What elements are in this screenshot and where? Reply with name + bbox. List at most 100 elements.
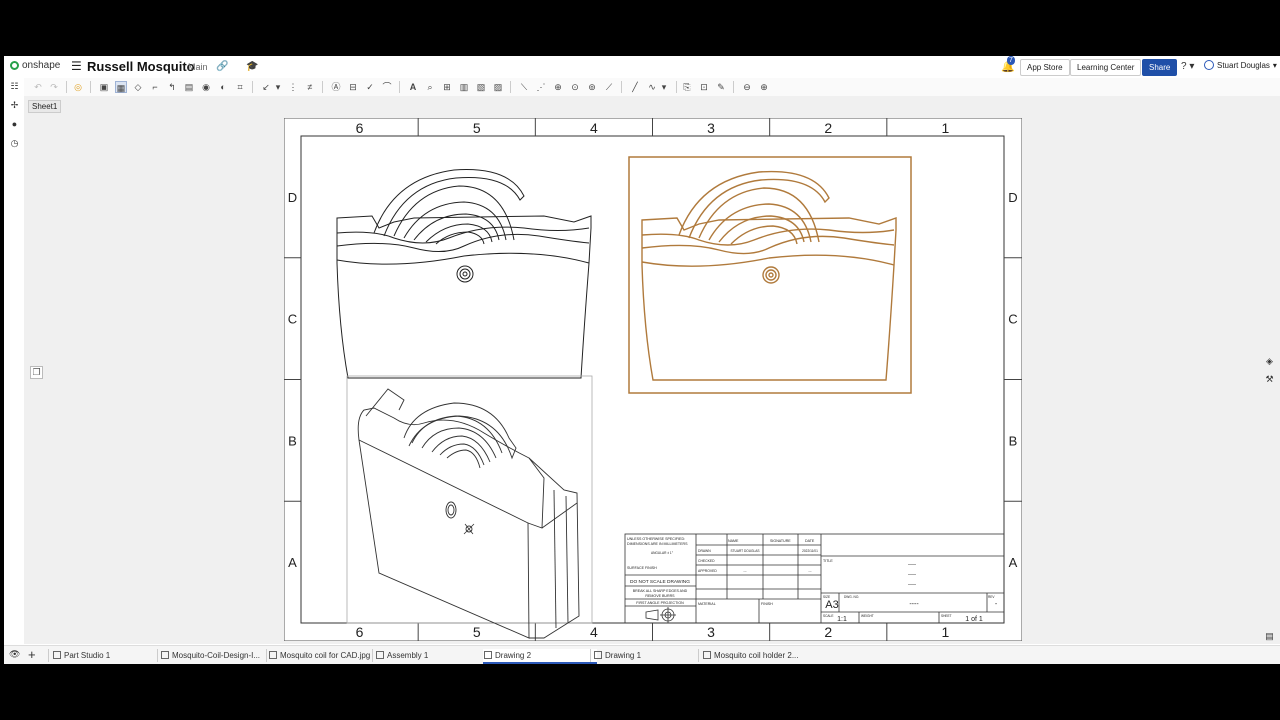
graduation-cap-icon[interactable]: 🎓 [246,61,258,72]
detail-view-icon[interactable]: ▤ [183,81,195,93]
tb-approved-name: --- [743,569,746,573]
tab-drawing-2[interactable]: Drawing 2 [483,649,597,664]
insert-view-icon[interactable]: ▣ [98,81,110,93]
visibility-icon[interactable]: 👁 [9,649,20,660]
appearance-icon[interactable]: ◈ [1264,356,1275,367]
tb-col-name: NAME [728,539,739,543]
zone-column-label-top: 5 [473,120,481,136]
wrench-icon[interactable]: ⚒ [1264,374,1275,385]
zone-row-label-right: C [1008,312,1017,327]
user-menu[interactable]: Stuart Douglas ▾ [1204,60,1277,70]
tab-mosquito-coil-jpg[interactable]: Mosquito coil for CAD.jpg [268,649,380,662]
dimension-icon[interactable]: ↙ [260,81,272,93]
bom-table-icon[interactable]: ▥ [458,81,470,93]
line-icon[interactable]: ╱ [629,81,641,93]
branch-name[interactable]: Main [188,62,208,72]
insert-image-icon[interactable]: ⊡ [698,81,710,93]
onshape-logo[interactable]: onshape [10,60,60,71]
undo-icon[interactable]: ↶ [32,81,44,93]
surface-finish-icon[interactable]: ✓ [364,81,376,93]
format-painter-icon[interactable]: ✎ [715,81,727,93]
ordinate-dimension-icon[interactable]: ≠ [304,81,316,93]
link-icon[interactable]: 🔗 [216,61,228,72]
feature-control-frame-icon[interactable]: ⊟ [347,81,359,93]
zone-column-label-bottom: 6 [356,624,364,640]
tab-divider [48,649,49,662]
help-icon[interactable]: ? ▾ [1181,61,1194,72]
add-tab-button[interactable]: + [28,647,36,662]
comment-icon[interactable]: ● [9,119,20,130]
user-icon [1204,60,1214,70]
sheet-tab[interactable]: Sheet1 [28,100,62,113]
centermark-icon[interactable]: ⊕ [552,81,564,93]
tab-mosquito-coil-holder-2[interactable]: Mosquito coil holder 2... [702,649,814,662]
share-button[interactable]: Share [1142,59,1178,76]
zone-row-label-right: B [1009,433,1018,448]
circle-centermark-icon[interactable]: ⊙ [569,81,581,93]
tb-break-edges: REMOVE BURRS [645,594,675,598]
point-centermark-icon[interactable]: ⊚ [586,81,598,93]
history-icon[interactable]: ◷ [9,138,20,149]
bottom-tab-bar: 👁 + Part Studio 1 Mosquito-Coil-Design-I… [4,645,1280,664]
drawing-sheet[interactable]: 665544332211D DC CB BA A UNLESS OTHERWIS… [284,118,1022,641]
aligned-section-icon[interactable]: ↰ [166,81,178,93]
zoom-icon[interactable]: ⊕ [758,81,770,93]
tab-mosquito-coil-design[interactable]: Mosquito-Coil-Design-I... [160,649,272,662]
zoom-to-fit-icon[interactable]: ⊖ [741,81,753,93]
redo-icon[interactable]: ↷ [48,81,60,93]
menu-icon[interactable]: ☰ [71,59,82,73]
leader-icon[interactable]: ⟋ [603,81,615,93]
document-title[interactable]: Russell Mosquito [87,59,195,74]
callout-icon[interactable]: ⌕ [424,81,436,93]
crop-icon[interactable]: ⌗ [234,81,246,93]
tb-row-approved: APPROVED [698,569,717,573]
text-icon[interactable]: A [407,81,419,93]
crop-view-icon[interactable]: ◉ [200,81,212,93]
section-view-icon[interactable]: ⌐ [149,81,161,93]
help-glyph: ? [1181,61,1187,72]
centerline-icon[interactable]: ⟍ [518,81,530,93]
tb-do-not-scale: DO NOT SCALE DRAWING [630,579,690,585]
tb-finish: FINISH [761,602,773,606]
weld-symbol-icon[interactable]: ⌒ [381,81,393,93]
zone-row-label-left: D [288,190,297,205]
add-feature-icon[interactable]: ✢ [9,100,20,111]
tb-break-edges: BREAK ALL SHARP EDGES AND [633,589,688,593]
toolbar-separator [510,81,511,93]
learning-center-button[interactable]: Learning Center [1070,59,1142,76]
toolbar-separator [66,81,67,93]
table-icon[interactable]: ⊞ [441,81,453,93]
tb-size: A3 [825,599,838,611]
toolbar-separator [322,81,323,93]
auxiliary-view-icon[interactable]: ◇ [132,81,144,93]
spline-icon[interactable]: ∿ [646,81,658,93]
zone-column-label-top: 4 [590,120,598,136]
insert-dxf-icon[interactable]: ⎘ [681,81,693,93]
datum-icon[interactable]: Ⓐ [330,81,342,93]
top-bar: onshape ☰ Russell Mosquito Main 🔗 🎓 🔔 7 … [4,56,1280,77]
balloon-icon[interactable]: ▨ [492,81,504,93]
list-icon[interactable]: ☷ [9,81,20,92]
zone-row-label-right: D [1008,190,1017,205]
tb-row-checked: CHECKED [698,559,715,563]
paint-icon[interactable]: ◎ [72,81,84,93]
hole-table-icon[interactable]: ▧ [475,81,487,93]
tb-col-date: DATE [805,539,815,543]
chevron-down-icon[interactable]: ▾ [658,81,670,93]
tb-scale: 1:1 [837,616,847,623]
right-rail: ◈ ⚒ ▤ [1260,96,1280,644]
broken-view-icon[interactable]: ◐ [217,81,229,93]
chevron-down-icon[interactable]: ▾ [272,81,284,93]
layout-icon[interactable]: ▤ [1264,631,1275,642]
app-store-button[interactable]: App Store [1020,59,1070,76]
tb-title-value: ---- [908,572,916,578]
hatch-icon[interactable]: ⋰ [535,81,547,93]
projected-view-icon[interactable]: ▦ [115,81,127,93]
notification-badge: 7 [1007,56,1015,65]
tab-part-studio-1[interactable]: Part Studio 1 [52,649,166,662]
sheet-panel-toggle-icon[interactable]: ❐ [30,366,43,379]
baseline-dimension-icon[interactable]: ⋮ [287,81,299,93]
tab-drawing-1[interactable]: Drawing 1 [593,649,705,662]
tab-divider [266,649,267,662]
tab-assembly-1[interactable]: Assembly 1 [375,649,487,662]
